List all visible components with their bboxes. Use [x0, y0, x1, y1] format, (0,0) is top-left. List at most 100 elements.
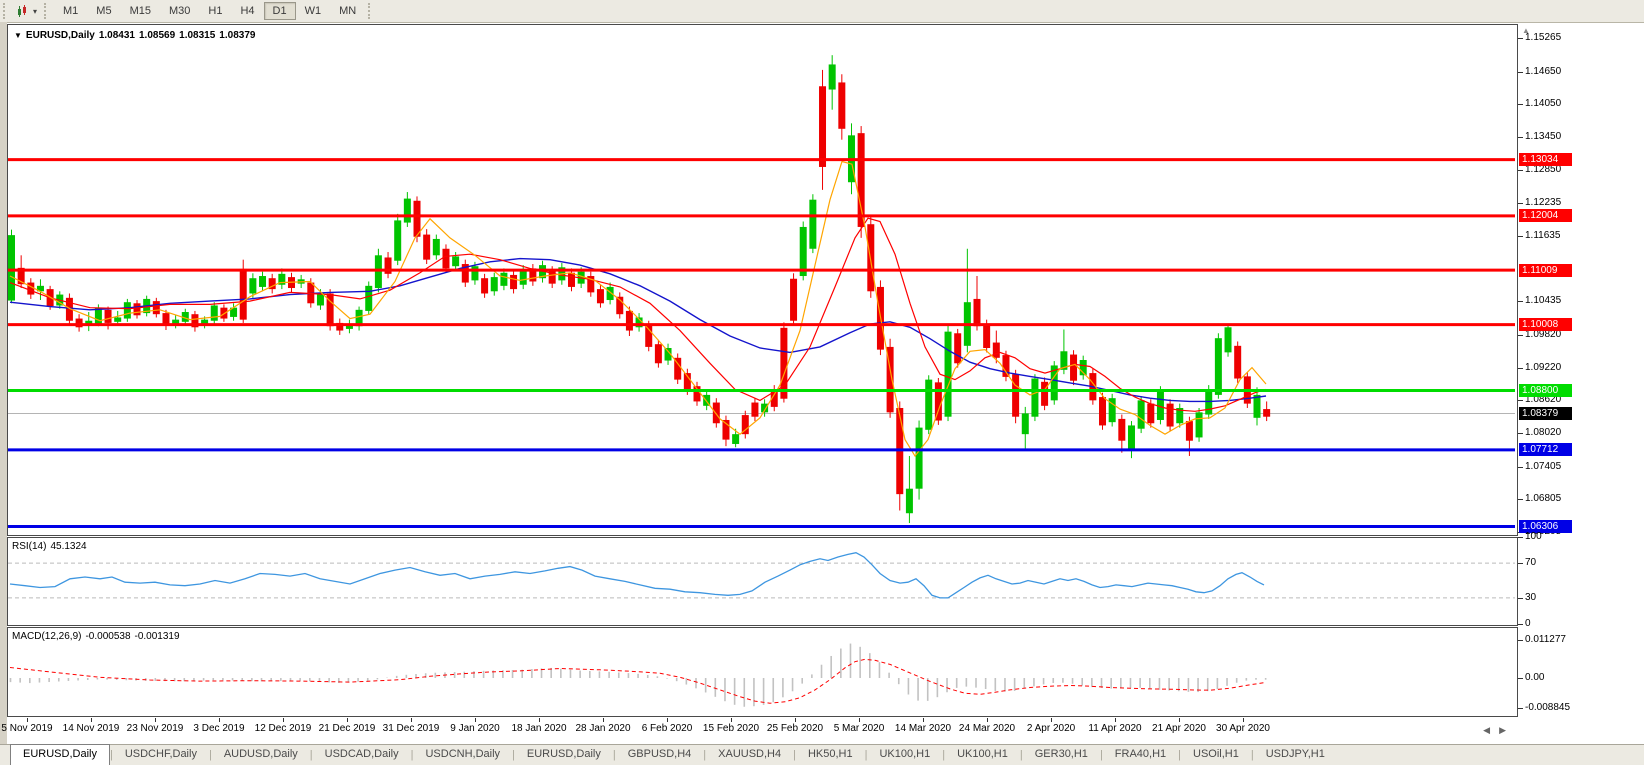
price-tick-label: 70 [1525, 557, 1536, 568]
axis-tick [1518, 72, 1523, 73]
price-tick-label: 0.011277 [1525, 634, 1566, 645]
tab-uk100-h1[interactable]: UK100,H1 [945, 745, 1020, 765]
timeframe-button-mn[interactable]: MN [330, 2, 365, 20]
tab-hk50-h1[interactable]: HK50,H1 [796, 745, 865, 765]
price-tick-label: 0.00 [1525, 672, 1544, 683]
date-label: 5 Mar 2020 [834, 723, 885, 734]
toolbar-grip [368, 3, 375, 19]
candlestick-chart-icon [17, 5, 31, 18]
chart-type-button[interactable]: ▾ [13, 2, 41, 20]
axis-tick [1518, 678, 1523, 679]
axis-tick [1518, 335, 1523, 336]
date-label: 9 Jan 2020 [450, 723, 500, 734]
macd-panel[interactable]: MACD(12,26,9)-0.000538-0.001319 [7, 627, 1518, 717]
tab-eurusd-daily[interactable]: EURUSD,Daily [10, 744, 110, 765]
date-tick [283, 718, 284, 722]
date-tick [1179, 718, 1180, 722]
price-tick-label: 1.09220 [1525, 362, 1561, 373]
timeframe-button-m15[interactable]: M15 [121, 2, 160, 20]
price-tick-label: 30 [1525, 592, 1536, 603]
price-tick-label: 1.07405 [1525, 461, 1561, 472]
timeframe-button-h1[interactable]: H1 [199, 2, 231, 20]
price-tick-label: 1.15265 [1525, 32, 1561, 43]
tab-uk100-h1[interactable]: UK100,H1 [867, 745, 942, 765]
scroll-right-button[interactable]: ▶ [1499, 725, 1506, 736]
timeframe-button-d1[interactable]: D1 [264, 2, 296, 20]
price-tick-label: 1.14650 [1525, 66, 1561, 77]
axis-tick [1518, 537, 1523, 538]
chart-symbol: EURUSD,Daily [26, 30, 95, 41]
timeframe-button-h4[interactable]: H4 [231, 2, 263, 20]
date-label: 25 Feb 2020 [767, 723, 823, 734]
mt4-window: ▾ M1M5M15M30H1H4D1W1MN ▼ EURUSD,Daily 1.08… [0, 0, 1644, 765]
timeframe-button-m30[interactable]: M30 [160, 2, 199, 20]
tab-usdcad-daily[interactable]: USDCAD,Daily [313, 745, 411, 765]
tab-xauusd-h4[interactable]: XAUUSD,H4 [706, 745, 793, 765]
tab-ger30-h1[interactable]: GER30,H1 [1023, 745, 1100, 765]
price-level-label: 1.13034 [1519, 153, 1572, 166]
date-label: 18 Jan 2020 [511, 723, 566, 734]
scroll-left-button[interactable]: ◀ [1483, 725, 1490, 736]
tab-audusd-daily[interactable]: AUDUSD,Daily [212, 745, 310, 765]
tab-gbpusd-h4[interactable]: GBPUSD,H4 [616, 745, 704, 765]
price-high: 1.08569 [139, 30, 175, 41]
price-tick-label: 1.11635 [1525, 230, 1560, 241]
main-chart-panel[interactable]: ▼EURUSD,Daily1.084311.085691.083151.0837… [7, 24, 1518, 536]
chart-title: ▼EURUSD,Daily1.084311.085691.083151.0837… [14, 30, 259, 41]
tab-usdcnh-daily[interactable]: USDCNH,Daily [413, 745, 512, 765]
date-label: 21 Apr 2020 [1152, 723, 1206, 734]
price-tick-label: 1.12235 [1525, 197, 1561, 208]
date-tick [667, 718, 668, 722]
date-tick [795, 718, 796, 722]
axis-tick [1518, 708, 1523, 709]
tab-eurusd-daily[interactable]: EURUSD,Daily [515, 745, 613, 765]
tab-usdjpy-h1[interactable]: USDJPY,H1 [1254, 745, 1337, 765]
axis-tick [1518, 170, 1523, 171]
tab-usdchf-daily[interactable]: USDCHF,Daily [113, 745, 209, 765]
timeframe-button-m1[interactable]: M1 [54, 2, 87, 20]
chevron-down-icon: ▾ [33, 4, 37, 19]
symbol-marker-icon[interactable]: ▼ [14, 31, 22, 40]
toolbar-grip [3, 3, 10, 19]
date-label: 12 Dec 2019 [255, 723, 312, 734]
date-label: 24 Mar 2020 [959, 723, 1015, 734]
price-tick-label: 100 [1525, 531, 1542, 542]
tab-fra40-h1[interactable]: FRA40,H1 [1103, 745, 1178, 765]
date-tick [27, 718, 28, 722]
price-level-label: 1.08800 [1519, 384, 1572, 397]
symbol-tabs: EURUSD,Daily|USDCHF,Daily|AUDUSD,Daily|U… [0, 744, 1644, 765]
tab-usoil-h1[interactable]: USOil,H1 [1181, 745, 1251, 765]
axis-tick [1518, 467, 1523, 468]
date-tick [1115, 718, 1116, 722]
price-tick-label: -0.008845 [1525, 702, 1570, 713]
timeframe-button-m5[interactable]: M5 [87, 2, 120, 20]
date-tick [1051, 718, 1052, 722]
date-tick [219, 718, 220, 722]
date-label: 3 Dec 2019 [193, 723, 244, 734]
date-tick [987, 718, 988, 722]
date-label: 14 Nov 2019 [63, 723, 120, 734]
date-label: 31 Dec 2019 [383, 723, 440, 734]
price-level-label: 1.12004 [1519, 209, 1572, 222]
axis-tick [1518, 624, 1523, 625]
price-tick-label: 0 [1525, 618, 1531, 629]
price-open: 1.08431 [99, 30, 135, 41]
rsi-panel[interactable]: RSI(14)45.1324 [7, 537, 1518, 626]
date-label: 21 Dec 2019 [319, 723, 376, 734]
axis-tick [1518, 640, 1523, 641]
price-tick-label: 1.14050 [1525, 98, 1561, 109]
price-tick-label: 1.06805 [1525, 493, 1561, 504]
date-label: 11 Apr 2020 [1088, 723, 1141, 734]
axis-tick [1518, 433, 1523, 434]
date-tick [859, 718, 860, 722]
date-label: 30 Apr 2020 [1216, 723, 1270, 734]
axis-tick [1518, 203, 1523, 204]
price-axis[interactable]: 1.152651.146501.140501.134501.128501.122… [1518, 24, 1644, 717]
date-tick [603, 718, 604, 722]
scroll-up-marker-icon: ▲ [1522, 26, 1530, 35]
date-label: 2 Apr 2020 [1027, 723, 1075, 734]
timeframe-button-w1[interactable]: W1 [296, 2, 331, 20]
date-axis[interactable]: 5 Nov 201914 Nov 201923 Nov 20193 Dec 20… [7, 718, 1516, 744]
price-level-label: 1.08379 [1519, 407, 1572, 420]
price-level-label: 1.10008 [1519, 318, 1572, 331]
